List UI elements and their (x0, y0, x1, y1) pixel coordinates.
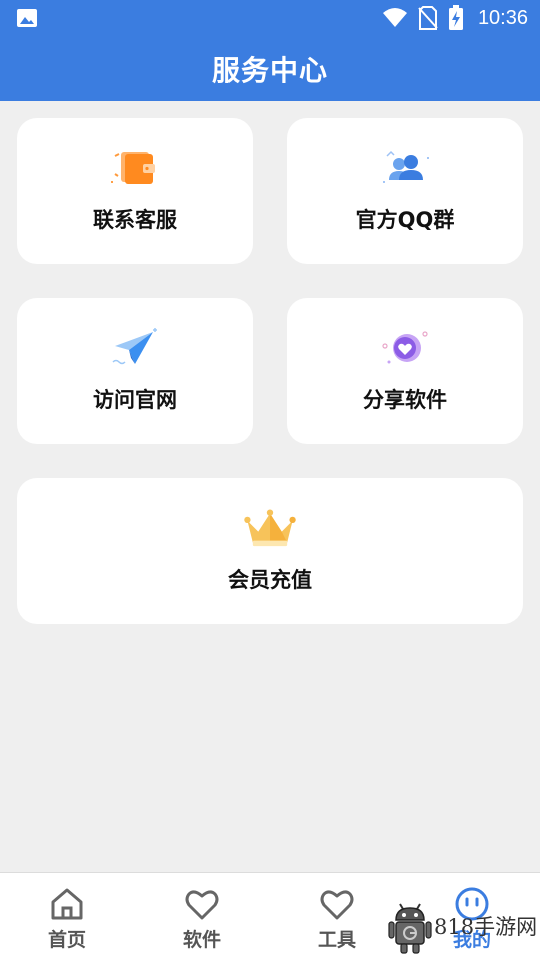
app-bar: 服务中心 (0, 36, 540, 101)
status-bar: 10:36 (0, 0, 540, 36)
battery-charging-icon (448, 5, 463, 30)
nav-label-tools: 工具 (317, 929, 356, 951)
watermark: 818手游网 (388, 898, 538, 954)
heart-icon (184, 887, 220, 921)
heart-share-icon (377, 326, 433, 370)
wallet-icon (107, 146, 163, 190)
image-icon (17, 9, 37, 27)
group-icon (377, 146, 433, 190)
wifi-icon (382, 8, 407, 27)
contact-support-label: 联系客服 (93, 208, 177, 232)
crown-icon (242, 506, 298, 550)
official-qq-group-card[interactable]: 官方QQ群 (287, 118, 523, 264)
nav-label-home: 首页 (47, 929, 86, 951)
nav-item-home[interactable]: 首页 (12, 873, 122, 960)
heart-icon (319, 887, 355, 921)
paper-plane-icon (107, 326, 163, 370)
visit-website-card[interactable]: 访问官网 (17, 298, 253, 444)
page-title: 服务中心 (211, 53, 328, 87)
vip-recharge-card[interactable]: 会员充值 (17, 478, 523, 624)
no-sim-icon (418, 6, 438, 30)
share-software-card[interactable]: 分享软件 (287, 298, 523, 444)
status-icons: 10:36 (382, 0, 528, 36)
watermark-text: 818手游网 (434, 915, 538, 939)
status-time: 10:36 (477, 6, 528, 29)
nav-item-tools[interactable]: 工具 (282, 873, 392, 960)
android-robot-icon (388, 903, 432, 954)
nav-label-software: 软件 (182, 929, 221, 951)
vip-recharge-label: 会员充值 (228, 568, 312, 592)
official-qq-group-label: 官方QQ群 (355, 208, 455, 232)
contact-support-card[interactable]: 联系客服 (17, 118, 253, 264)
share-software-label: 分享软件 (363, 388, 447, 412)
nav-item-software[interactable]: 软件 (147, 873, 257, 960)
home-icon (49, 887, 85, 921)
visit-website-label: 访问官网 (93, 388, 177, 412)
